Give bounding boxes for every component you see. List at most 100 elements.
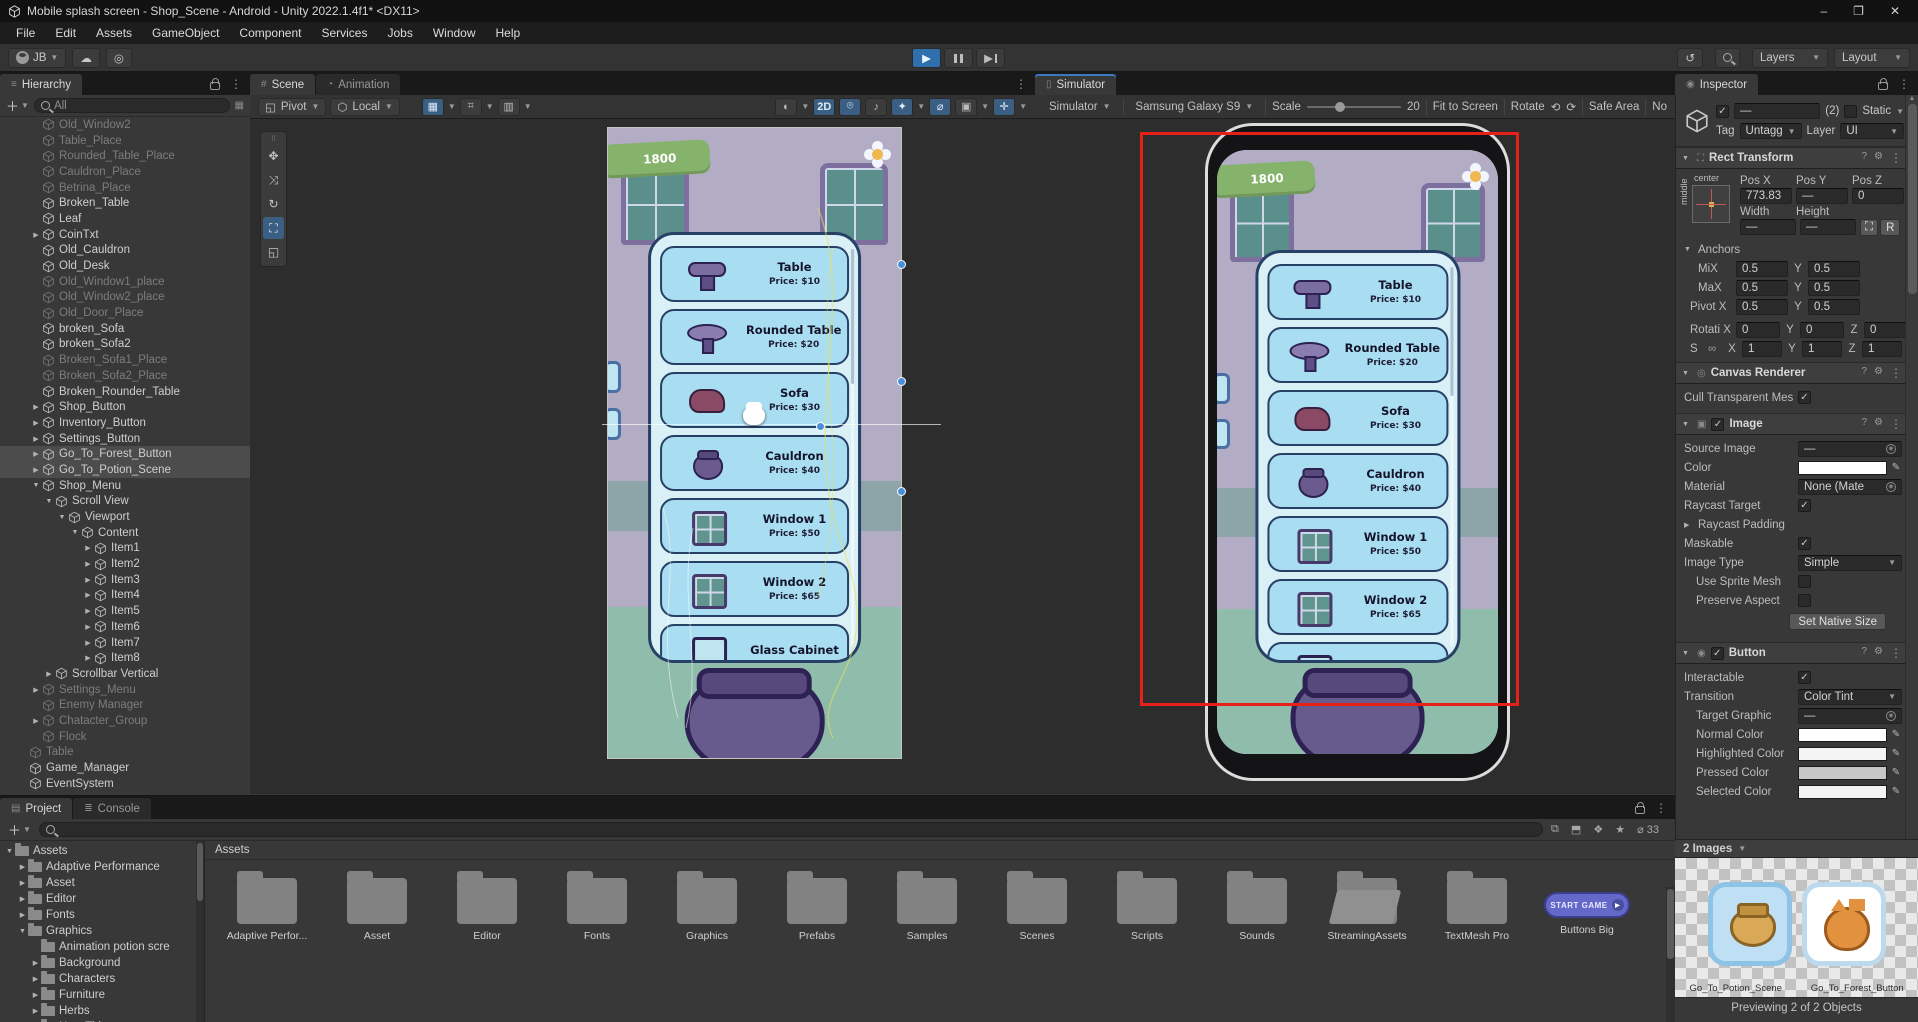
safe-area-button[interactable]: Safe Area <box>1589 101 1640 113</box>
expand-arrow-icon[interactable] <box>4 848 15 855</box>
help-icon[interactable]: ? <box>1861 151 1867 165</box>
hierarchy-item[interactable]: Content <box>0 525 250 541</box>
hierarchy-item[interactable]: Old_Window2_place <box>0 290 250 306</box>
rotate-tool[interactable]: ↻ <box>263 193 284 215</box>
menu-item[interactable]: Services <box>311 22 377 44</box>
shop-item-card[interactable]: Rounded Table Price: $20 <box>659 308 850 365</box>
project-search-input[interactable] <box>38 822 1544 837</box>
shop-item-card[interactable]: Glass Cabinet <box>659 623 850 661</box>
hierarchy-item[interactable]: Rounded_Table_Place <box>0 148 250 164</box>
open-in-search-icon[interactable]: ⧉ <box>1551 823 1559 836</box>
expand-arrow-icon[interactable] <box>82 544 94 552</box>
folder-tree-item[interactable]: Adaptive Performance <box>0 859 196 875</box>
asset-tile[interactable]: Fonts <box>547 870 647 942</box>
canvas-renderer-header[interactable]: ▼ ◎ Canvas Renderer ? ⚙ ⋮ <box>1676 362 1918 384</box>
cull-transparent-mesh-checkbox[interactable] <box>1798 391 1811 404</box>
menu-item[interactable]: Window <box>423 22 486 44</box>
pos-x-field[interactable]: 773.83 <box>1740 188 1792 204</box>
preserve-aspect-checkbox[interactable] <box>1798 594 1811 607</box>
expand-arrow-icon[interactable] <box>82 607 94 615</box>
expand-arrow-icon[interactable] <box>56 514 68 521</box>
tab-animation[interactable]: ◔ Animation <box>316 74 401 95</box>
hierarchy-item[interactable]: Item8 <box>0 650 250 666</box>
selection-handle[interactable] <box>897 376 906 386</box>
expand-arrow-icon[interactable] <box>17 863 28 871</box>
menu-item[interactable]: File <box>6 22 45 44</box>
normal-color-swatch[interactable] <box>1798 727 1887 742</box>
highlighted-color-swatch[interactable] <box>1798 746 1887 761</box>
create-asset-button[interactable]: ＋ ▼ <box>8 820 31 839</box>
presets-icon[interactable]: ⚙ <box>1874 151 1883 165</box>
hierarchy-item[interactable]: Settings_Button <box>0 431 250 447</box>
menu-item[interactable]: Component <box>229 22 311 44</box>
folder-tree-item[interactable]: Animation potion scre <box>0 939 196 955</box>
hierarchy-item[interactable]: EventSystem <box>0 776 250 792</box>
foldout-arrow-icon[interactable]: ▶ <box>1684 521 1694 529</box>
handle-orientation-dropdown[interactable]: ⬡ Local ▼ <box>330 97 400 116</box>
rect-transform-header[interactable]: ▼ ⛶ Rect Transform ? ⚙ ⋮ <box>1676 147 1918 169</box>
asset-tile[interactable]: Scenes <box>987 870 1087 942</box>
foldout-arrow-icon[interactable]: ▼ <box>1682 421 1692 428</box>
hierarchy-item[interactable]: Old_Window2 <box>0 117 250 133</box>
eyedropper-icon[interactable]: ✎ <box>1890 786 1902 797</box>
asset-tile[interactable]: Graphics <box>657 870 757 942</box>
account-button[interactable]: JB ▼ <box>8 47 67 68</box>
width-field[interactable]: — <box>1740 219 1796 235</box>
layer-dropdown[interactable]: UI ▼ <box>1840 123 1904 139</box>
kebab-menu-icon[interactable]: ⋮ <box>1015 77 1027 91</box>
maximize-button[interactable]: ❐ <box>1853 4 1864 18</box>
image-type-dropdown[interactable]: Simple ▼ <box>1798 554 1902 571</box>
selection-center-handle[interactable] <box>815 421 825 431</box>
expand-arrow-icon[interactable] <box>30 686 42 694</box>
expand-arrow-icon[interactable] <box>30 403 42 411</box>
grid-dropdown-caret[interactable]: ▼ <box>448 102 456 111</box>
hierarchy-item[interactable]: Old_Door_Place <box>0 305 250 321</box>
anchor-min-y-field[interactable]: 0.5 <box>1808 260 1860 277</box>
grid-visibility-icon[interactable]: ▦ <box>421 97 444 116</box>
kebab-menu-icon[interactable]: ⋮ <box>1890 366 1902 380</box>
hierarchy-item[interactable]: Old_Window1_place <box>0 274 250 290</box>
undo-history-button[interactable]: ↺ <box>1677 47 1703 68</box>
hierarchy-item[interactable]: Item1 <box>0 541 250 557</box>
use-sprite-mesh-checkbox[interactable] <box>1798 575 1811 588</box>
presets-icon[interactable]: ⚙ <box>1874 417 1883 431</box>
drag-handle-icon[interactable]: ⠿ <box>263 135 284 143</box>
anchor-max-y-field[interactable]: 0.5 <box>1808 279 1860 296</box>
hierarchy-item[interactable]: Broken_Sofa1_Place <box>0 352 250 368</box>
kebab-menu-icon[interactable]: ⋮ <box>1890 417 1902 431</box>
raycast-target-checkbox[interactable] <box>1798 499 1811 512</box>
folder-tree-item[interactable]: Editor <box>0 891 196 907</box>
tab-scene[interactable]: # Scene <box>250 74 316 95</box>
rect-tool[interactable]: ⛶ <box>263 217 284 239</box>
hierarchy-item[interactable]: Item5 <box>0 603 250 619</box>
presets-icon[interactable]: ⚙ <box>1874 646 1883 660</box>
hierarchy-item[interactable]: Cauldron_Place <box>0 164 250 180</box>
expand-arrow-icon[interactable] <box>17 879 28 887</box>
device-dropdown[interactable]: Samsung Galaxy S9 ▼ <box>1129 98 1259 116</box>
hierarchy-item[interactable]: Settings_Menu <box>0 682 250 698</box>
eyedropper-icon[interactable]: ✎ <box>1890 748 1902 759</box>
help-icon[interactable]: ? <box>1861 366 1867 380</box>
raw-edit-button[interactable]: R <box>1880 219 1901 236</box>
hierarchy-item[interactable]: Item4 <box>0 588 250 604</box>
tab-console[interactable]: ≣ Console <box>73 798 151 819</box>
selection-handle[interactable] <box>897 260 906 270</box>
asset-tile[interactable]: TextMesh Pro <box>1427 870 1527 942</box>
expand-arrow-icon[interactable] <box>82 654 94 662</box>
hidden-count-icon[interactable]: ⌀ 33 <box>1637 823 1659 836</box>
minimize-button[interactable]: – <box>1820 4 1827 18</box>
hidden-objects-icon[interactable]: ⌀ <box>929 97 952 116</box>
ruler-tool-icon[interactable]: ▥ <box>497 97 520 116</box>
selection-handle[interactable] <box>897 487 906 497</box>
transform-tool[interactable]: ◱ <box>263 241 284 263</box>
blueprint-mode-button[interactable]: ⛶ <box>1860 219 1879 236</box>
expand-arrow-icon[interactable] <box>69 529 81 536</box>
hierarchy-item[interactable]: Item6 <box>0 619 250 635</box>
play-button[interactable]: ▶ <box>912 48 941 68</box>
pos-y-field[interactable]: — <box>1796 188 1848 204</box>
hierarchy-item[interactable]: Broken_Table <box>0 195 250 211</box>
expand-arrow-icon[interactable] <box>17 928 28 935</box>
asset-tile[interactable]: Sounds <box>1207 870 1307 942</box>
eyedropper-icon[interactable]: ✎ <box>1890 729 1902 740</box>
hierarchy-item[interactable]: Old_Desk <box>0 258 250 274</box>
